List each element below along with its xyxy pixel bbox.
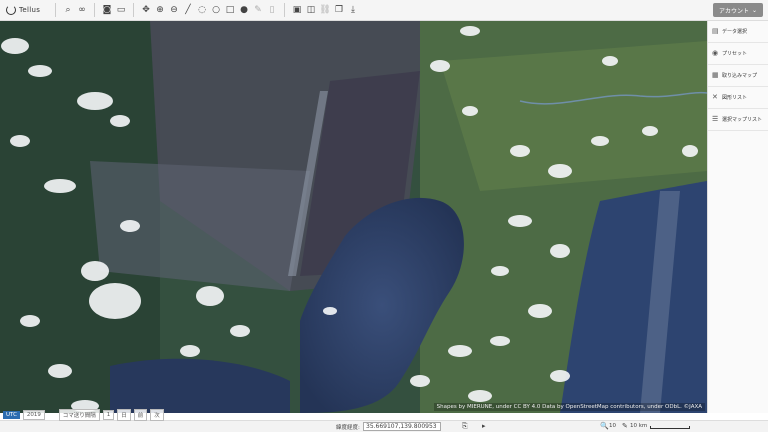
sidebar-item-label: 選択マップリスト [722,117,763,123]
right-sidebar: ▤ データ選択 ◉ プリセット ▦ 取り込みマップ ✕ 図形リスト ☰ 選択マップリスト [707,21,768,413]
image-icon[interactable]: ▭ [114,3,128,17]
preset-icon: ◉ [712,49,719,57]
time-controls: UTC 2019 ‹ › コマ送り間隔 1 日 前 次 [0,409,240,421]
sidebar-item[interactable]: ▤ データ選択 [708,21,768,43]
circle-icon[interactable]: ○ [209,3,223,17]
status-bar: 緯度経度: 35.669107,139.800953 ⎘ ▸ 🔍 10 ✎ 10… [0,420,768,432]
next-button[interactable]: 次 [150,409,164,421]
line-icon[interactable]: ╱ [181,3,195,17]
sidebar-item[interactable]: ▦ 取り込みマップ [708,65,768,87]
edit-icon[interactable]: ✎ [251,3,265,17]
database-icon: ▤ [712,27,719,35]
coordinate-field[interactable]: 35.669107,139.800953 [363,422,441,431]
layers-icon[interactable]: ❐ [332,3,346,17]
frame-interval-label: コマ送り間隔 [58,409,100,421]
zoom-out-icon[interactable]: ⊖ [167,3,181,17]
sidebar-item-label: データ選択 [722,29,748,35]
toolbar-group: ⌕ ∞ [61,3,89,17]
scale-bar [650,426,690,429]
prev-button[interactable]: 前 [133,409,148,421]
toolbar-separator [55,3,56,17]
window-icon[interactable]: ▣ [290,3,304,17]
pin-icon[interactable]: ● [237,3,251,17]
zoom-level: 10 [609,423,616,429]
rectangle-icon[interactable]: □ [223,3,237,17]
account-label: アカウント [718,7,749,15]
satellite-imagery [0,21,707,413]
step-field[interactable]: 1 [102,410,115,420]
list-icon: ☰ [712,115,719,123]
trash-icon[interactable]: ▯ [265,3,279,17]
top-toolbar: Tellus ⌕ ∞ ◙ ▭ ✥ ⊕ ⊖ ╱ ◌ ○ □ ● ✎ ▯ ▣ ◫ ⛓ ❐ ⤓ アカウント ⌄ [0,0,768,21]
toolbar-separator [133,3,134,17]
sidebar-item-label: プリセット [722,51,748,57]
account-button[interactable]: アカウント ⌄ [712,3,763,17]
tellus-logo-icon [6,5,16,15]
next-icon[interactable]: › [53,412,55,419]
camera-icon[interactable]: ◙ [100,3,114,17]
prev-icon[interactable]: ‹ [48,412,50,419]
zoom-in-icon[interactable]: ⊕ [153,3,167,17]
satellite-map[interactable]: Shapes by MIERUNE, under CC BY 4.0 Data … [0,21,707,413]
app-logo[interactable]: Tellus [0,5,50,15]
unit-select[interactable]: 日 [117,409,131,421]
toolbar-separator [284,3,285,17]
year-field[interactable]: 2019 [22,410,45,420]
toolbar-group: ▣ ◫ ⛓ ❐ ⤓ [290,3,360,17]
chain-icon[interactable]: ⛓ [318,3,332,17]
timezone-label[interactable]: UTC [3,411,20,419]
split-view-icon[interactable]: ◫ [304,3,318,17]
toolbar-separator [94,3,95,17]
sidebar-item[interactable]: ◉ プリセット [708,43,768,65]
sidebar-item-label: 取り込みマップ [722,73,758,79]
pencil-icon[interactable]: ✎ [622,422,628,430]
stack-icon: ▦ [712,71,719,79]
sidebar-item-label: 図形リスト [722,95,748,101]
zoom-icon: 🔍 [600,422,609,430]
toolbar-group: ◙ ▭ [100,3,128,17]
toolbar-group: ✥ ⊕ ⊖ ╱ ◌ ○ □ ● ✎ ▯ [139,3,279,17]
copy-icon[interactable]: ⎘ [462,422,468,431]
move-icon[interactable]: ✥ [139,3,153,17]
download-icon[interactable]: ⤓ [346,3,360,17]
play-icon[interactable]: ▸ [482,422,486,430]
app-name: Tellus [19,6,41,14]
lasso-icon[interactable]: ◌ [195,3,209,17]
search-icon[interactable]: ⌕ [61,3,75,17]
link-icon[interactable]: ∞ [75,3,89,17]
coordinate-label: 緯度経度: [336,425,360,431]
chevron-down-icon: ⌄ [751,6,757,14]
sidebar-item[interactable]: ☰ 選択マップリスト [708,109,768,131]
map-attribution: Shapes by MIERUNE, under CC BY 4.0 Data … [433,403,705,411]
tools-icon: ✕ [712,93,718,101]
scale-label: 10 km [630,423,648,429]
sidebar-item[interactable]: ✕ 図形リスト [708,87,768,109]
